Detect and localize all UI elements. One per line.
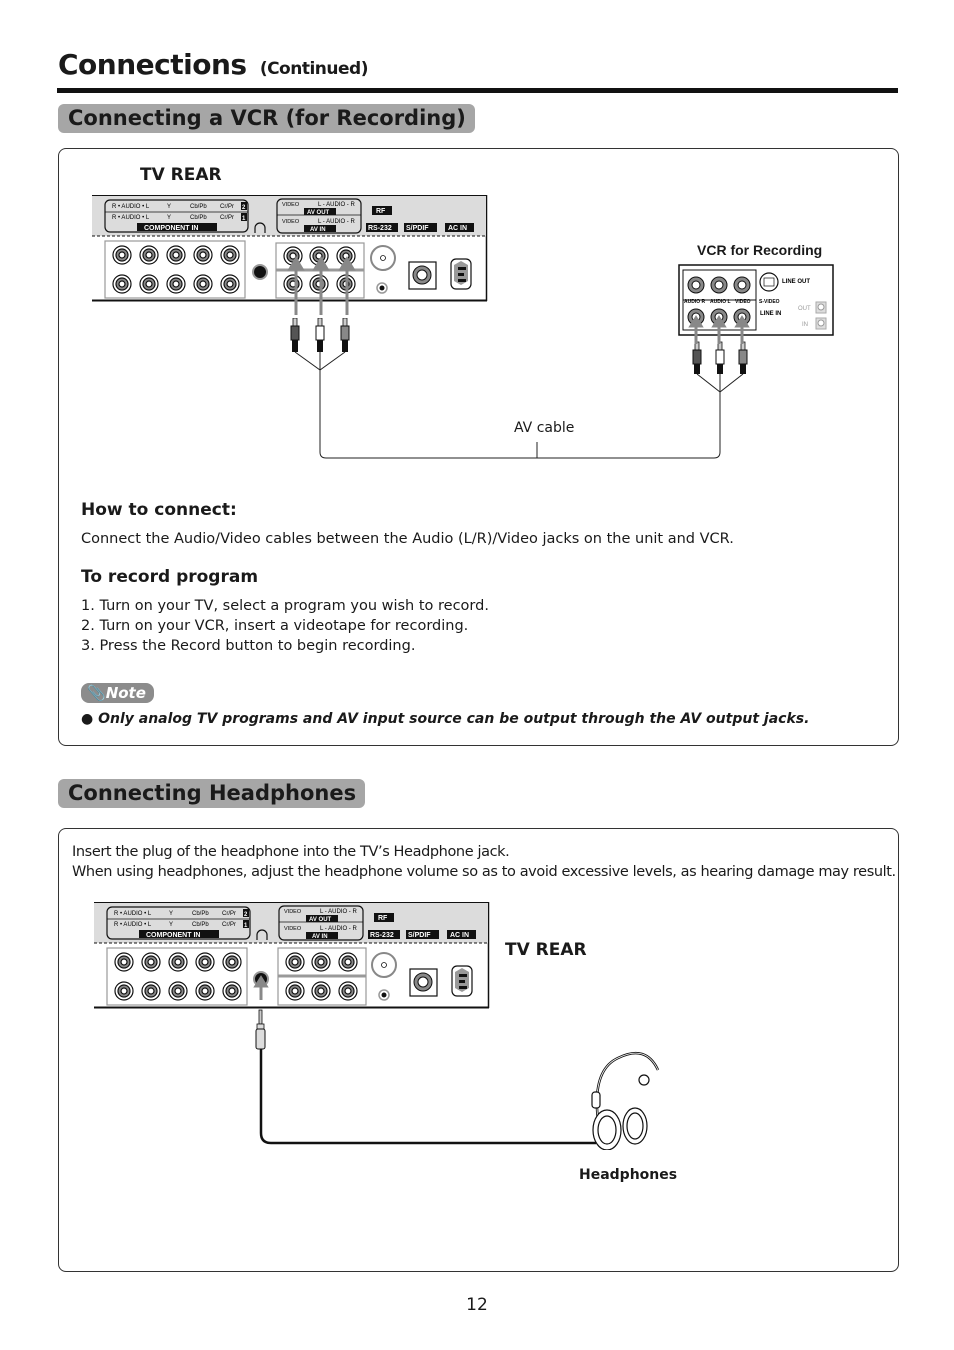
- component-row1-audio: R • AUDIO • L: [112, 215, 150, 221]
- spdif-label: S/PDIF: [406, 225, 429, 232]
- record-step-2: 2. Turn on your VCR, insert a videotape …: [81, 618, 469, 634]
- vcr-side-rca-plugs: [692, 341, 748, 374]
- hp-av-out-video: VIDEO: [284, 909, 302, 915]
- record-step-3: 3. Press the Record button to begin reco…: [81, 638, 416, 654]
- note-item: ● Only analog TV programs and AV input s…: [81, 711, 809, 727]
- vcr-rf-in-label: IN: [802, 322, 808, 328]
- title-divider: [57, 88, 898, 93]
- av-cable-label: AV cable: [514, 420, 575, 436]
- note-badge: 📎Note: [81, 683, 154, 703]
- page-subtitle: (Continued): [259, 59, 369, 79]
- component-row1-pb: Cb/Pb: [190, 215, 207, 221]
- hp-av-in-audio: L - AUDIO - R: [320, 926, 357, 932]
- hp-component-row1-y: Y: [169, 922, 173, 928]
- hp-component-row2-y: Y: [169, 911, 173, 917]
- av-out-label: AV OUT: [307, 210, 330, 216]
- hp-av-in-label: AV IN: [312, 934, 328, 940]
- av-in-video: VIDEO: [282, 219, 300, 225]
- headphones-instruction-2: When using headphones, adjust the headph…: [72, 864, 896, 880]
- hp-component-row1-pb: Cb/Pb: [192, 922, 209, 928]
- vcr-svideo-label: S-VIDEO: [759, 299, 780, 305]
- vcr-rear-panel-diagram: AUDIO R AUDIO L VIDEO LINE OUT S-VIDEO L…: [678, 264, 834, 344]
- record-program-heading: To record program: [81, 567, 259, 587]
- how-to-connect-text: Connect the Audio/Video cables between t…: [81, 531, 734, 547]
- component-row2-pr: Cr/Pr: [220, 204, 234, 210]
- page-number: 12: [466, 1295, 488, 1315]
- hp-component-row1-audio: R • AUDIO • L: [114, 922, 152, 928]
- component-row1-pr: Cr/Pr: [220, 215, 234, 221]
- vcr-rf-out-label: OUT: [798, 306, 811, 312]
- headphone-plug: [255, 1009, 266, 1050]
- hp-rf-label: RF: [378, 915, 388, 922]
- headphone-jack: [252, 264, 268, 280]
- component-row2-y: Y: [167, 204, 171, 210]
- hp-av-out-audio: L - AUDIO - R: [320, 909, 357, 915]
- hp-av-out-label: AV OUT: [309, 917, 332, 923]
- tv-rear-panel-diagram: R • AUDIO • L Y Cb/Pb Cr/Pr 2 R • AUDIO …: [92, 195, 488, 315]
- av-in-audio: L - AUDIO - R: [318, 219, 355, 225]
- section-heading-headphones: Connecting Headphones: [58, 779, 366, 808]
- av-in-label: AV IN: [310, 227, 326, 233]
- hp-rs232-label: RS-232: [370, 932, 394, 939]
- tv-rear-label: TV REAR: [140, 165, 222, 185]
- component-in-label: COMPONENT IN: [144, 225, 198, 232]
- av-out-video: VIDEO: [282, 202, 300, 208]
- vcr-line-out-label: LINE OUT: [782, 279, 810, 285]
- component-row2-audio: R • AUDIO • L: [112, 204, 150, 210]
- hp-spdif-label: S/PDIF: [408, 932, 431, 939]
- record-step-1: 1. Turn on your TV, select a program you…: [81, 598, 489, 614]
- vcr-jack-audio-l: AUDIO L: [710, 299, 731, 305]
- headphones-icon: [591, 1051, 660, 1150]
- paperclip-icon: 📎: [87, 684, 106, 702]
- note-text: Only analog TV programs and AV input sou…: [98, 711, 810, 727]
- vcr-jack-audio-r: AUDIO R: [684, 299, 706, 305]
- hp-component-row2-audio: R • AUDIO • L: [114, 911, 152, 917]
- tv-side-rca-plugs: [290, 318, 350, 352]
- hp-component-row1-pr: Cr/Pr: [222, 922, 236, 928]
- hp-component-row2-pr: Cr/Pr: [222, 911, 236, 917]
- page-title-text: Connections: [58, 48, 247, 81]
- rf-label: RF: [376, 208, 386, 215]
- vcr-jack-video: VIDEO: [735, 299, 751, 305]
- av-out-audio: L - AUDIO - R: [318, 202, 355, 208]
- hp-av-in-video: VIDEO: [284, 926, 302, 932]
- component-row2-pb: Cb/Pb: [190, 204, 207, 210]
- rs232-label: RS-232: [368, 225, 392, 232]
- component-row1-y: Y: [167, 215, 171, 221]
- headphones-instruction-1: Insert the plug of the headphone into th…: [72, 844, 510, 860]
- headphones-label: Headphones: [579, 1167, 678, 1183]
- s-video-jack: [759, 272, 779, 292]
- note-badge-label: Note: [105, 684, 146, 702]
- bullet-icon: ●: [81, 711, 94, 727]
- vcr-line-in-label: LINE IN: [760, 311, 781, 317]
- vcr-label: VCR for Recording: [697, 242, 823, 258]
- section-heading-vcr: Connecting a VCR (for Recording): [58, 104, 475, 133]
- tv-rear-label-headphones: TV REAR: [505, 940, 587, 960]
- page-title: Connections (Continued): [58, 48, 368, 81]
- hp-component-in-label: COMPONENT IN: [146, 932, 200, 939]
- headphone-cable-diagram: [253, 975, 660, 1150]
- ac-in-label: AC IN: [448, 225, 467, 232]
- how-to-connect-heading: How to connect:: [81, 500, 237, 520]
- hp-ac-in-label: AC IN: [450, 932, 469, 939]
- hp-component-row2-pb: Cb/Pb: [192, 911, 209, 917]
